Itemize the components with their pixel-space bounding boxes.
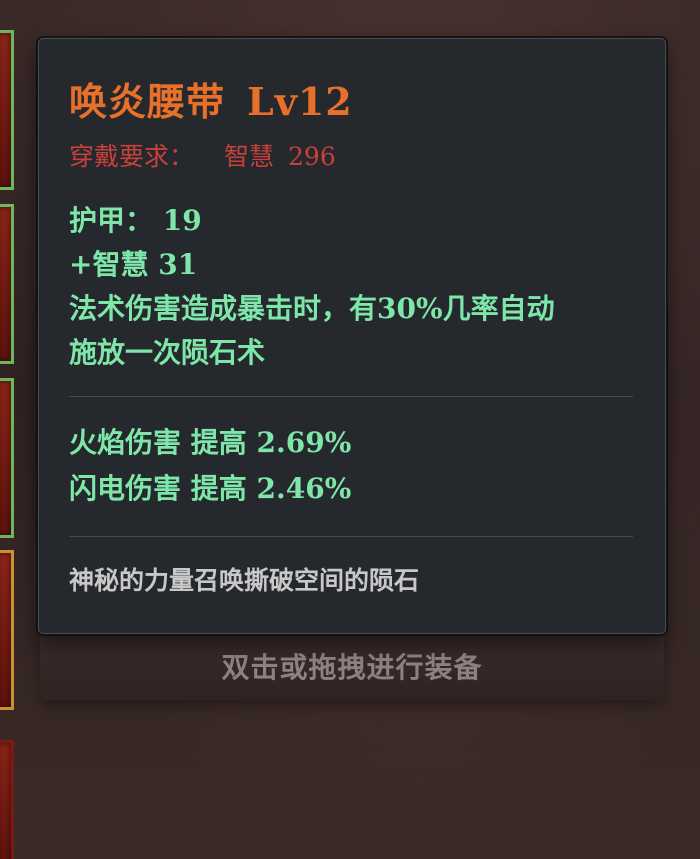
inventory-slot[interactable]	[0, 30, 14, 190]
inventory-slot-strip	[0, 0, 18, 859]
inventory-slot[interactable]	[0, 740, 14, 859]
item-name: 唤炎腰带	[69, 79, 226, 124]
item-title: 唤炎腰带 Lv12	[69, 71, 353, 126]
stat-effect-line-1: 法术伤害造成暴击时，有30%几率自动	[69, 292, 555, 325]
section-divider	[69, 536, 633, 537]
stat-armor: 护甲： 19	[69, 204, 202, 237]
equip-hint-text: 双击或拖拽进行装备	[221, 651, 483, 684]
stat-effect-line-2: 施放一次陨石术	[69, 336, 266, 369]
stat-wisdom: +智慧 31	[69, 248, 198, 281]
inventory-slot[interactable]	[0, 378, 14, 538]
item-level: Lv12	[247, 79, 353, 124]
item-requirement: 穿戴要求： 智慧 296	[69, 137, 336, 173]
equip-hint-bar[interactable]: 双击或拖拽进行装备	[40, 632, 664, 700]
inventory-slot[interactable]	[0, 550, 14, 710]
item-tooltip: 唤炎腰带 Lv12 穿戴要求： 智慧 296 护甲： 19 +智慧 31 法术伤害造成…	[38, 38, 666, 634]
requirement-stat: 智慧	[224, 142, 275, 171]
section-divider	[69, 396, 633, 397]
item-lore: 神秘的力量召唤撕破空间的陨石	[69, 566, 420, 595]
game-screen: 双击或拖拽进行装备 唤炎腰带 Lv12 穿戴要求： 智慧 296 护甲： 19 +智慧…	[0, 0, 700, 859]
inventory-slot[interactable]	[0, 204, 14, 364]
bonus-lightning-damage: 闪电伤害 提高 2.46%	[69, 472, 352, 505]
bonus-fire-damage: 火焰伤害 提高 2.69%	[69, 426, 352, 459]
requirement-value: 296	[288, 142, 336, 171]
requirement-label: 穿戴要求：	[69, 142, 195, 171]
